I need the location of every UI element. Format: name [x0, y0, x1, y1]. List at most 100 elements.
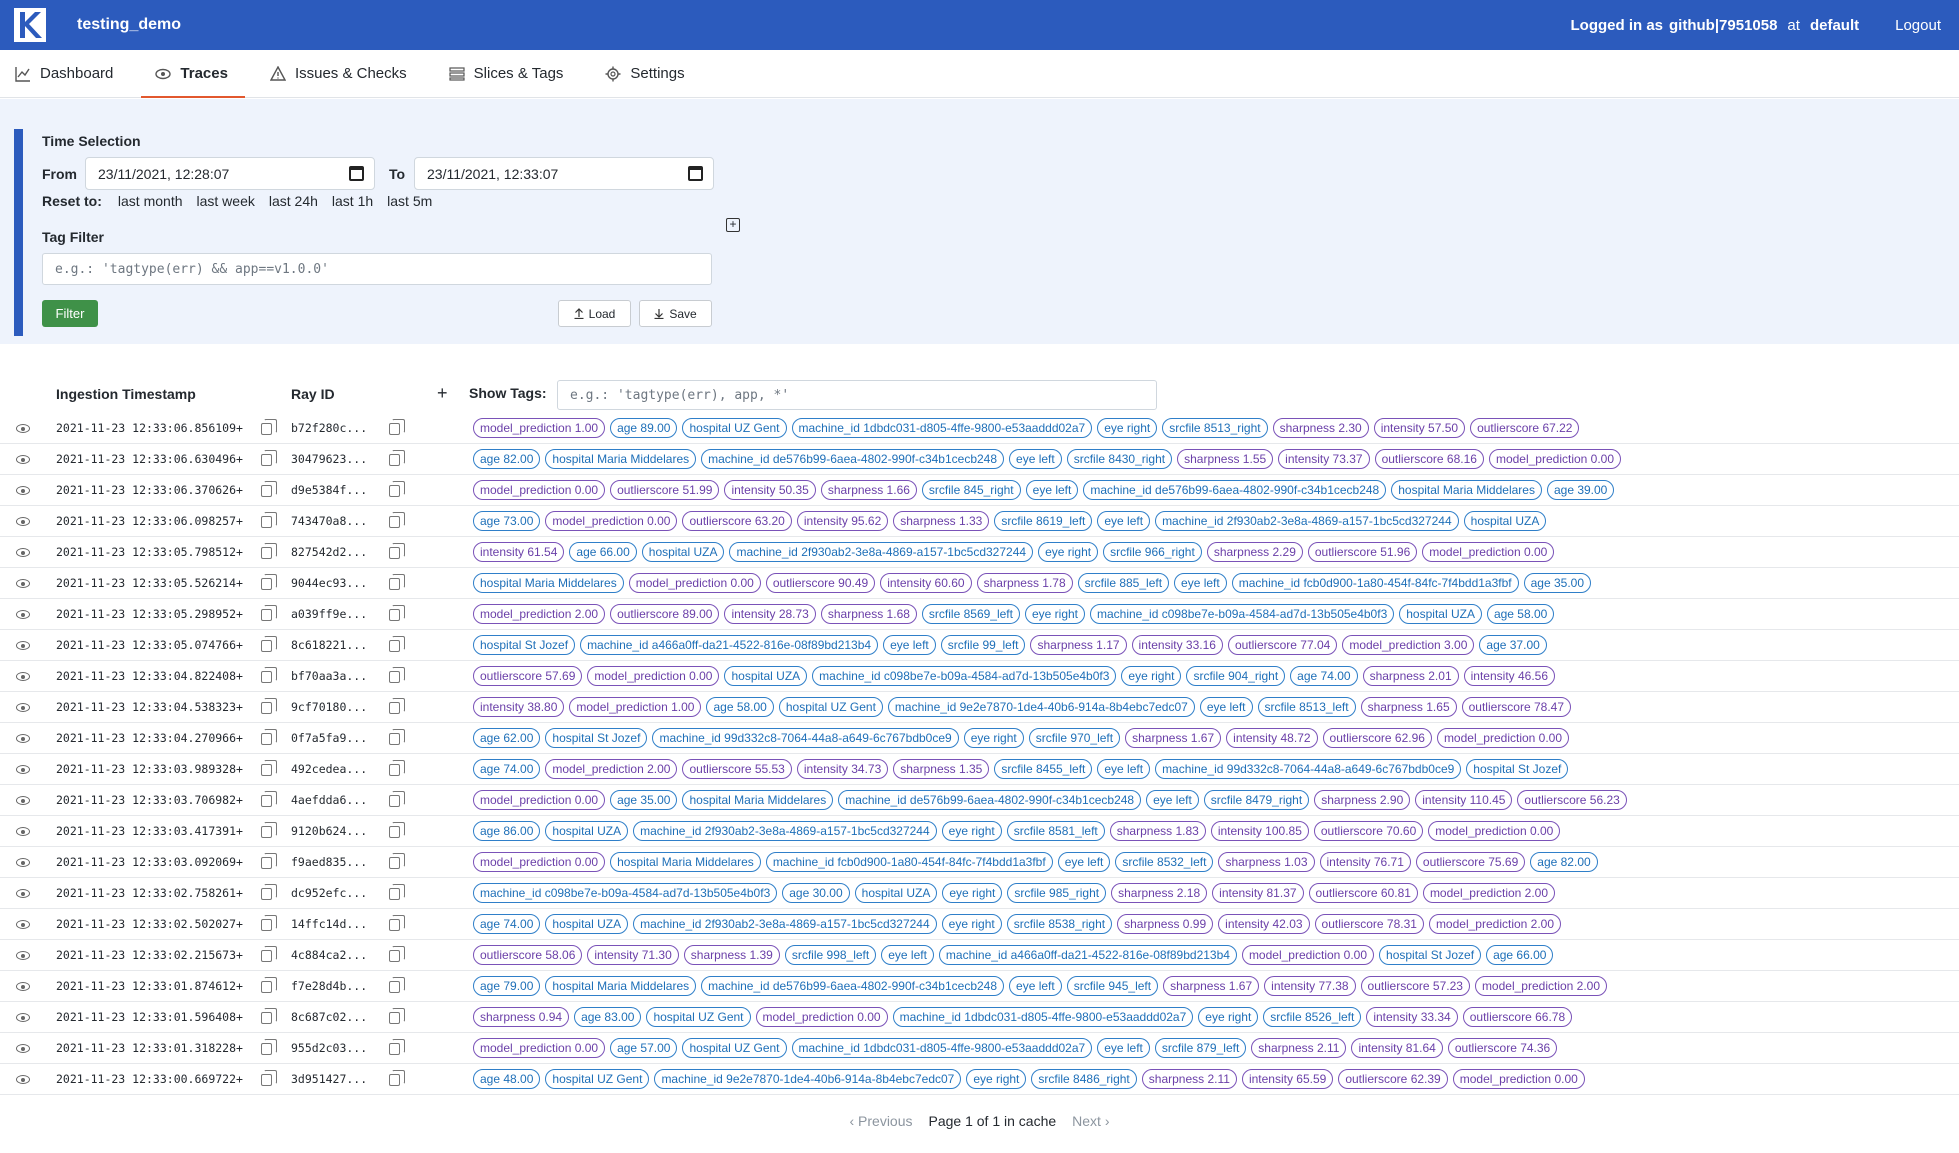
copy-ray-id-icon[interactable]	[389, 667, 405, 683]
tag-chip[interactable]: machine_id 9e2e7870-1de4-40b6-914a-8b4eb…	[654, 1069, 962, 1089]
tag-chip[interactable]: hospital UZA	[545, 821, 629, 841]
tag-chip[interactable]: sharpness 1.35	[893, 759, 990, 779]
table-row[interactable]: 2021-11-23 12:33:02.215673+ 4c884ca2... ou…	[0, 940, 1959, 971]
tag-chip[interactable]: outlierscore 62.39	[1338, 1069, 1448, 1089]
tag-chip[interactable]: age 74.00	[473, 914, 541, 934]
tag-chip[interactable]: model_prediction 0.00	[473, 480, 606, 500]
tag-chip[interactable]: outlierscore 55.53	[682, 759, 792, 779]
tag-chip[interactable]: machine_id 9e2e7870-1de4-40b6-914a-8b4eb…	[887, 697, 1195, 717]
table-row[interactable]: 2021-11-23 12:33:06.098257+ 743470a8... ag…	[0, 506, 1959, 537]
tag-chip[interactable]: machine_id a466a0ff-da21-4522-816e-08f89…	[938, 945, 1237, 965]
view-eye-icon[interactable]	[16, 1044, 30, 1053]
tag-chip[interactable]: intensity 33.16	[1131, 635, 1223, 655]
logout-link[interactable]: Logout	[1895, 17, 1941, 34]
tag-chip[interactable]: age 39.00	[1546, 480, 1615, 500]
tag-chip[interactable]: sharpness 1.03	[1218, 852, 1315, 872]
tag-chip[interactable]: sharpness 1.78	[976, 573, 1073, 593]
reset-last-1h[interactable]: last 1h	[332, 193, 373, 209]
copy-ray-id-icon[interactable]	[389, 884, 405, 900]
copy-timestamp-icon[interactable]	[261, 822, 277, 838]
tag-chip[interactable]: outlierscore 57.23	[1360, 976, 1470, 996]
tag-chip[interactable]: model_prediction 0.00	[1488, 449, 1622, 469]
tag-chip[interactable]: hospital Maria Middelares	[545, 976, 697, 996]
tag-chip[interactable]: intensity 110.45	[1415, 790, 1513, 810]
view-eye-icon[interactable]	[16, 951, 30, 960]
tag-chip[interactable]: intensity 48.72	[1226, 728, 1318, 748]
tag-chip[interactable]: eye left	[1009, 449, 1062, 469]
tag-chip[interactable]: sharpness 2.01	[1362, 666, 1459, 686]
tag-chip[interactable]: machine_id de576b99-6aea-4802-990f-c34b1…	[701, 449, 1005, 469]
tag-chip[interactable]: eye right	[941, 821, 1002, 841]
tag-chip[interactable]: srcfile 879_left	[1154, 1038, 1247, 1058]
copy-timestamp-icon[interactable]	[261, 1008, 277, 1024]
tag-chip[interactable]: intensity 34.73	[796, 759, 889, 779]
tag-chip[interactable]: hospital UZA	[854, 883, 938, 903]
to-date-input[interactable]: 23/11/2021, 12:33:07	[414, 157, 714, 190]
table-row[interactable]: 2021-11-23 12:33:04.822408+ bf70aa3a... ou…	[0, 661, 1959, 692]
add-column-icon[interactable]: +	[437, 383, 448, 404]
tag-chip[interactable]: hospital UZA	[1399, 604, 1482, 624]
table-row[interactable]: 2021-11-23 12:33:05.298952+ a039ff9e... mo…	[0, 599, 1959, 630]
tag-chip[interactable]: hospital St Jozef	[1466, 759, 1569, 779]
tag-chip[interactable]: model_prediction 0.00	[1452, 1069, 1585, 1089]
tag-chip[interactable]: model_prediction 2.00	[1474, 976, 1608, 996]
tag-chip[interactable]: model_prediction 0.00	[587, 666, 720, 686]
tag-chip[interactable]: eye right	[1097, 418, 1158, 438]
copy-timestamp-icon[interactable]	[261, 450, 277, 466]
calendar-icon[interactable]	[349, 166, 364, 181]
tag-chip[interactable]: eye right	[941, 914, 1002, 934]
reset-last-month[interactable]: last month	[118, 193, 183, 209]
copy-timestamp-icon[interactable]	[261, 543, 277, 559]
copy-ray-id-icon[interactable]	[389, 698, 405, 714]
tag-chip[interactable]: machine_id c098be7e-b09a-4584-ad7d-13b50…	[473, 883, 778, 903]
tag-chip[interactable]: intensity 77.38	[1264, 976, 1356, 996]
tag-chip[interactable]: intensity 42.03	[1218, 914, 1310, 934]
tag-chip[interactable]: srcfile 845_right	[921, 480, 1021, 500]
tag-chip[interactable]: sharpness 2.30	[1272, 418, 1369, 438]
tag-chip[interactable]: model_prediction 3.00	[1342, 635, 1475, 655]
tag-chip[interactable]: model_prediction 0.00	[473, 852, 606, 872]
tag-chip[interactable]: age 57.00	[610, 1038, 678, 1058]
tag-chip[interactable]: age 66.00	[1486, 945, 1554, 965]
table-row[interactable]: 2021-11-23 12:33:05.798512+ 827542d2... in…	[0, 537, 1959, 568]
tag-chip[interactable]: hospital UZ Gent	[682, 418, 787, 438]
tag-chip[interactable]: srcfile 885_left	[1077, 573, 1170, 593]
tag-chip[interactable]: outlierscore 66.78	[1462, 1007, 1573, 1027]
copy-ray-id-icon[interactable]	[389, 760, 405, 776]
tag-chip[interactable]: age 79.00	[473, 976, 541, 996]
tag-chip[interactable]: intensity 38.80	[473, 697, 565, 717]
copy-ray-id-icon[interactable]	[389, 1070, 405, 1086]
tag-chip[interactable]: sharpness 1.83	[1109, 821, 1206, 841]
tag-chip[interactable]: sharpness 1.65	[1360, 697, 1457, 717]
next-button[interactable]: Next ›	[1072, 1113, 1109, 1129]
copy-ray-id-icon[interactable]	[389, 419, 405, 435]
tag-chip[interactable]: outlierscore 90.49	[765, 573, 876, 593]
tag-chip[interactable]: srcfile 8619_left	[994, 511, 1093, 531]
copy-timestamp-icon[interactable]	[261, 605, 277, 621]
copy-timestamp-icon[interactable]	[261, 1039, 277, 1055]
copy-ray-id-icon[interactable]	[389, 1039, 405, 1055]
tag-chip[interactable]: eye left	[1146, 790, 1199, 810]
tag-chip[interactable]: eye left	[1009, 976, 1062, 996]
table-row[interactable]: 2021-11-23 12:33:03.092069+ f9aed835... mo…	[0, 847, 1959, 878]
tag-chip[interactable]: machine_id c098be7e-b09a-4584-ad7d-13b50…	[1090, 604, 1395, 624]
tab-traces[interactable]: Traces	[141, 50, 245, 98]
tag-chip[interactable]: age 37.00	[1479, 635, 1547, 655]
copy-ray-id-icon[interactable]	[389, 574, 405, 590]
tag-chip[interactable]: sharpness 1.17	[1030, 635, 1127, 655]
tag-chip[interactable]: model_prediction 2.00	[545, 759, 678, 779]
tag-chip[interactable]: age 82.00	[473, 449, 541, 469]
view-eye-icon[interactable]	[16, 424, 30, 433]
tag-chip[interactable]: machine_id fcb0d900-1a80-454f-84fc-7f4bd…	[765, 852, 1053, 872]
tag-chip[interactable]: intensity 65.59	[1241, 1069, 1334, 1089]
copy-ray-id-icon[interactable]	[389, 822, 405, 838]
show-tags-input[interactable]: e.g.: 'tagtype(err), app, *'	[557, 380, 1157, 410]
tag-chip[interactable]: sharpness 1.39	[683, 945, 780, 965]
tag-chip[interactable]: hospital St Jozef	[1379, 945, 1482, 965]
tag-chip[interactable]: eye left	[883, 635, 936, 655]
copy-timestamp-icon[interactable]	[261, 636, 277, 652]
view-eye-icon[interactable]	[16, 548, 30, 557]
tag-chip[interactable]: intensity 95.62	[796, 511, 889, 531]
table-row[interactable]: 2021-11-23 12:33:05.526214+ 9044ec93... ho…	[0, 568, 1959, 599]
view-eye-icon[interactable]	[16, 796, 30, 805]
